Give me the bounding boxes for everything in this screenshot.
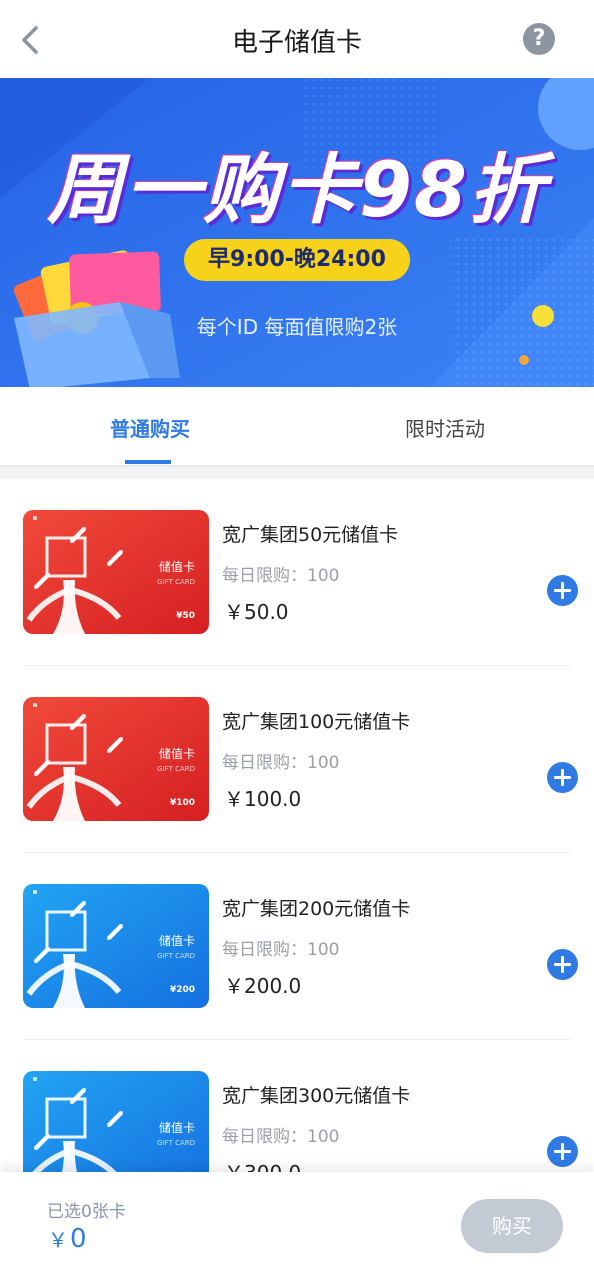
- daily-limit: 每日限购：100: [222, 1127, 340, 1147]
- active-tab-indicator: [125, 460, 171, 464]
- daily-limit: 每日限购：100: [222, 566, 340, 586]
- tab-limited-event[interactable]: 限时活动: [405, 413, 485, 442]
- gift-card-image: 储值卡 GIFT CARD ¥200: [23, 884, 209, 1008]
- product-name: 宽广集团50元储值卡: [222, 524, 399, 546]
- add-to-cart-button[interactable]: [547, 762, 578, 793]
- currency-symbol: ￥: [48, 1228, 68, 1252]
- card-face-value: ¥200: [169, 985, 195, 995]
- product-item[interactable]: 储值卡 GIFT CARD ¥100 宽广集团100元储值卡 每日限购：100 …: [0, 666, 594, 853]
- total-amount: ￥0: [48, 1224, 87, 1254]
- card-title: 储值卡: [158, 1121, 195, 1135]
- help-icon[interactable]: ?: [523, 23, 555, 55]
- card-face-value: ¥100: [169, 798, 195, 808]
- product-price: ￥100.0: [224, 787, 302, 811]
- card-title: 储值卡: [158, 560, 195, 574]
- tab-bar: 普通购买 限时活动: [0, 387, 594, 467]
- product-name: 宽广集团100元储值卡: [222, 711, 411, 733]
- checkout-bar: 已选0张卡 ￥0 购买: [0, 1172, 594, 1280]
- card-subtitle: GIFT CARD: [157, 578, 195, 586]
- product-price: ￥200.0: [224, 974, 302, 998]
- card-subtitle: GIFT CARD: [157, 765, 195, 773]
- gift-card-image: 储值卡 GIFT CARD ¥100: [23, 697, 209, 821]
- app-header: 电子储值卡 ?: [0, 0, 594, 78]
- daily-limit: 每日限购：100: [222, 753, 340, 773]
- promo-banner[interactable]: 周一购卡98折 早9:00-晚24:00 每个ID 每面值限购2张: [0, 78, 594, 387]
- card-subtitle: GIFT CARD: [157, 1139, 195, 1147]
- promo-time-pill: 早9:00-晚24:00: [184, 239, 410, 281]
- page-title: 电子储值卡: [231, 28, 362, 58]
- tab-normal-purchase[interactable]: 普通购买: [110, 413, 190, 442]
- add-to-cart-button[interactable]: [547, 1136, 578, 1167]
- card-subtitle: GIFT CARD: [157, 952, 195, 960]
- product-item[interactable]: 储值卡 GIFT CARD ¥200 宽广集团200元储值卡 每日限购：100 …: [0, 853, 594, 1040]
- gift-card-image: 储值卡 GIFT CARD ¥50: [23, 510, 209, 634]
- card-title: 储值卡: [158, 747, 195, 761]
- card-title: 储值卡: [158, 934, 195, 948]
- product-name: 宽广集团200元储值卡: [222, 898, 411, 920]
- product-price: ￥50.0: [224, 600, 289, 624]
- buy-button[interactable]: 购买: [461, 1199, 563, 1253]
- product-name: 宽广集团300元储值卡: [222, 1085, 411, 1107]
- add-to-cart-button[interactable]: [547, 575, 578, 606]
- product-item[interactable]: 储值卡 GIFT CARD ¥50 宽广集团50元储值卡 每日限购：100 ￥5…: [0, 479, 594, 666]
- daily-limit: 每日限购：100: [222, 940, 340, 960]
- add-to-cart-button[interactable]: [547, 949, 578, 980]
- promo-limit-text: 每个ID 每面值限购2张: [196, 315, 398, 339]
- selected-count: 已选0张卡: [47, 1202, 126, 1222]
- total-value: 0: [70, 1224, 87, 1254]
- section-gap: [0, 467, 594, 479]
- card-face-value: ¥50: [176, 611, 195, 621]
- promo-headline: 周一购卡98折: [47, 145, 547, 234]
